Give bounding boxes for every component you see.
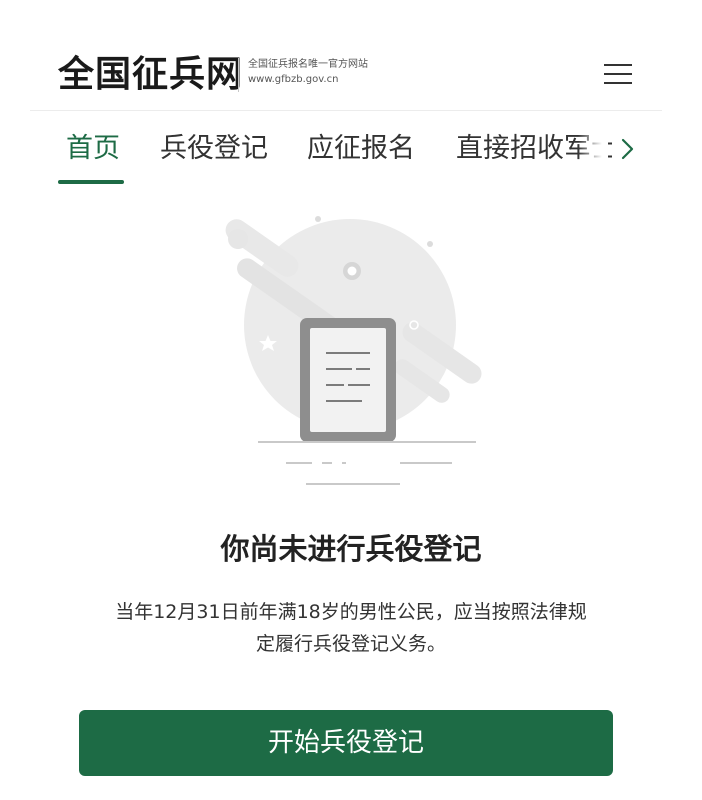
empty-state-description: 当年12月31日前年满18岁的男性公民，应当按照法律规 定履行兵役登记义务。 bbox=[80, 596, 622, 660]
tab-home[interactable]: 首页 bbox=[66, 132, 120, 166]
page: 全国征兵网 全国征兵报名唯一官方网站 www.gfbzb.gov.cn 首页 兵… bbox=[0, 0, 702, 800]
tab-enlistment-signup[interactable]: 应征报名 bbox=[307, 132, 415, 166]
site-header: 全国征兵网 全国征兵报名唯一官方网站 www.gfbzb.gov.cn bbox=[30, 40, 662, 111]
empty-state-description-line1: 当年12月31日前年满18岁的男性公民，应当按照法律规 bbox=[115, 601, 587, 623]
site-subtitle-text: 全国征兵报名唯一官方网站 bbox=[248, 59, 368, 70]
tabs-fade-overlay bbox=[578, 112, 608, 188]
hamburger-menu-icon[interactable] bbox=[604, 62, 632, 86]
tab-military-registration[interactable]: 兵役登记 bbox=[160, 132, 268, 166]
document-empty-illustration bbox=[200, 205, 502, 495]
empty-state-title: 你尚未进行兵役登记 bbox=[220, 532, 482, 566]
site-url-text: www.gfbzb.gov.cn bbox=[248, 74, 339, 85]
start-registration-button[interactable]: 开始兵役登记 bbox=[79, 710, 613, 776]
logo-divider bbox=[238, 58, 239, 92]
site-logo-title[interactable]: 全国征兵网 bbox=[58, 54, 243, 94]
site-logo-subtitle: 全国征兵报名唯一官方网站 www.gfbzb.gov.cn bbox=[248, 57, 368, 87]
nav-tabs: 首页 兵役登记 应征报名 直接招收军士 bbox=[30, 112, 662, 188]
chevron-right-icon[interactable] bbox=[616, 134, 640, 164]
tab-active-indicator bbox=[58, 180, 124, 184]
empty-state-description-line2: 定履行兵役登记义务。 bbox=[255, 633, 446, 655]
